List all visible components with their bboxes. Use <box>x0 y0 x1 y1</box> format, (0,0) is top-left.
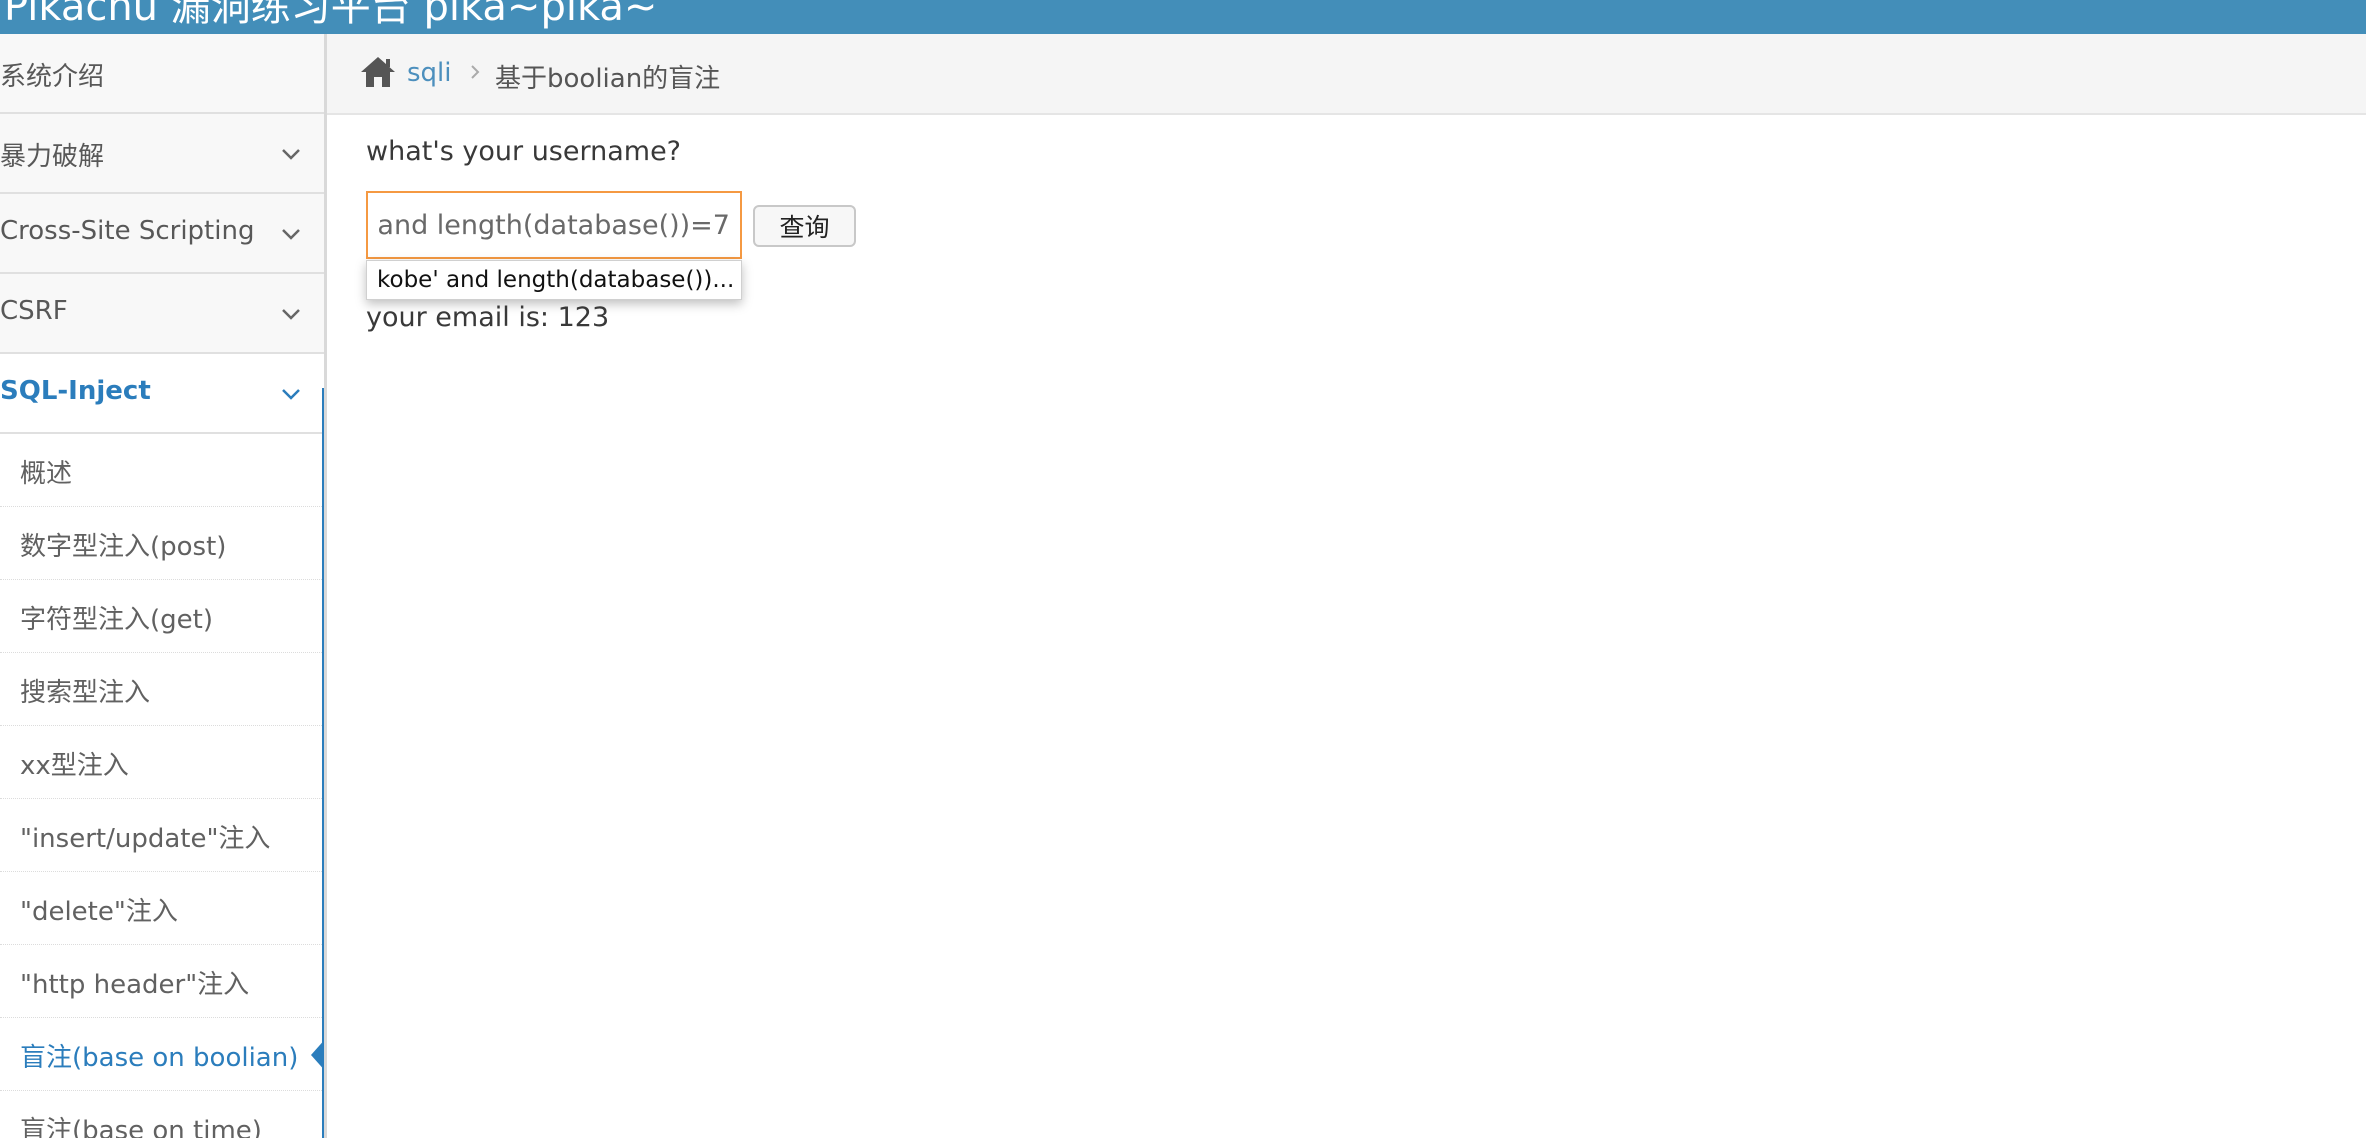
sidebar-item-label: 暴力破解 <box>0 142 105 172</box>
sub-item-overview[interactable]: 概述 <box>0 434 324 507</box>
sub-item-label: 字符型注入(get) <box>20 605 213 635</box>
autocomplete-suggestion[interactable]: kobe' and length(database())... <box>366 260 742 300</box>
sub-item-label: "http header"注入 <box>20 970 250 1000</box>
sub-item-string-get[interactable]: 字符型注入(get) <box>0 580 324 653</box>
sidebar-item-intro[interactable]: 系统介绍 <box>0 34 324 114</box>
sub-item-label: 搜索型注入 <box>20 678 151 708</box>
username-input[interactable] <box>366 191 742 259</box>
sub-item-http-header[interactable]: "http header"注入 <box>0 945 324 1018</box>
sub-item-search[interactable]: 搜索型注入 <box>0 653 324 726</box>
chevron-down-icon <box>282 309 300 320</box>
sidebar-item-label: 系统介绍 <box>0 62 105 92</box>
home-icon[interactable] <box>359 55 397 89</box>
breadcrumb: sqli 基于boolian的盲注 <box>327 34 2366 115</box>
sub-item-delete[interactable]: "delete"注入 <box>0 872 324 945</box>
query-button[interactable]: 查询 <box>753 205 856 247</box>
username-prompt: what's your username? <box>366 136 682 167</box>
sub-item-insert-update[interactable]: "insert/update"注入 <box>0 799 324 872</box>
sidebar-item-csrf[interactable]: CSRF <box>0 274 324 354</box>
result-text: your email is: 123 <box>366 302 610 333</box>
breadcrumb-current: 基于boolian的盲注 <box>495 64 721 94</box>
app-title: Pikachu 漏洞练习平台 pika~pika~ <box>4 0 658 30</box>
active-caret-icon <box>311 1037 324 1073</box>
breadcrumb-link-sqli[interactable]: sqli <box>407 58 452 88</box>
sub-item-label: 概述 <box>20 459 73 489</box>
sub-item-blind-time[interactable]: 盲注(base on time) <box>0 1091 324 1138</box>
sub-item-label: 盲注(base on boolian) <box>20 1043 299 1073</box>
main-content: what's your username? 查询 kobe' and lengt… <box>327 117 2366 1138</box>
sub-item-label: xx型注入 <box>20 751 129 781</box>
sub-item-label: 盲注(base on time) <box>20 1116 262 1138</box>
sub-item-label: "delete"注入 <box>20 897 178 927</box>
chevron-down-icon <box>282 389 300 400</box>
sidebar: 系统介绍 暴力破解 Cross-Site Scripting CSRF SQL-… <box>0 34 327 1138</box>
sidebar-item-label: Cross-Site Scripting <box>0 216 255 246</box>
sub-item-label: "insert/update"注入 <box>20 824 271 854</box>
sidebar-item-label: CSRF <box>0 296 68 326</box>
sidebar-item-xss[interactable]: Cross-Site Scripting <box>0 194 324 274</box>
sidebar-item-label: SQL-Inject <box>0 376 151 406</box>
sub-item-xx[interactable]: xx型注入 <box>0 726 324 799</box>
sub-item-numeric-post[interactable]: 数字型注入(post) <box>0 507 324 580</box>
sub-item-label: 数字型注入(post) <box>20 532 227 562</box>
sidebar-item-sql-inject[interactable]: SQL-Inject <box>0 354 324 434</box>
sidebar-item-bruteforce[interactable]: 暴力破解 <box>0 114 324 194</box>
chevron-down-icon <box>282 149 300 160</box>
sub-item-blind-boolean[interactable]: 盲注(base on boolian) <box>0 1018 324 1091</box>
chevron-down-icon <box>282 229 300 240</box>
chevron-right-icon <box>471 65 480 79</box>
top-navbar: Pikachu 漏洞练习平台 pika~pika~ <box>0 0 2366 34</box>
